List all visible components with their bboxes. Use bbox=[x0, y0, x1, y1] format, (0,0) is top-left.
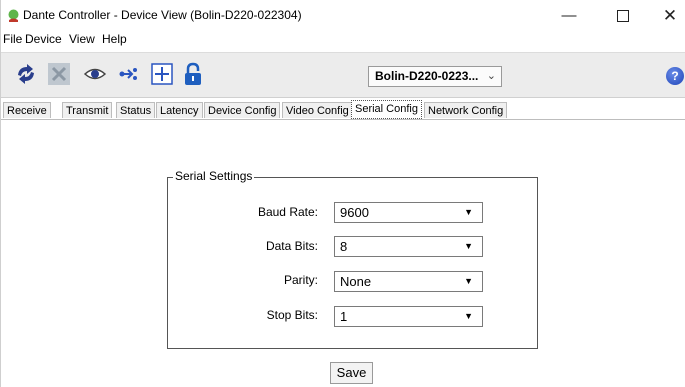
tab-receive[interactable]: Receive bbox=[3, 102, 51, 118]
lock-icon[interactable] bbox=[181, 62, 205, 86]
data-bits-select[interactable]: 8 ▼ bbox=[334, 236, 483, 257]
tab-serial-config[interactable]: Serial Config bbox=[351, 100, 422, 119]
dropdown-arrow-icon: ▼ bbox=[464, 311, 473, 321]
parity-label: Parity: bbox=[283, 273, 318, 287]
tab-bar: Receive Transmit Status Latency Device C… bbox=[1, 100, 685, 120]
tab-status[interactable]: Status bbox=[116, 102, 156, 118]
device-select[interactable]: Bolin-D220-0223... ⌄ bbox=[368, 66, 502, 87]
tab-network-config[interactable]: Network Config bbox=[424, 102, 508, 118]
stop-bits-value: 1 bbox=[340, 309, 348, 324]
window-title: Dante Controller - Device View (Bolin-D2… bbox=[23, 8, 302, 22]
menu-bar: File Device View Help bbox=[1, 30, 685, 50]
minimize-icon: — bbox=[561, 7, 577, 24]
parity-value: None bbox=[340, 274, 372, 289]
minimize-button[interactable]: — bbox=[546, 4, 592, 28]
network-icon[interactable] bbox=[117, 62, 141, 86]
chevron-down-icon: ⌄ bbox=[486, 70, 496, 82]
data-bits-value: 8 bbox=[340, 239, 348, 254]
dropdown-arrow-icon: ▼ bbox=[464, 207, 473, 217]
dropdown-arrow-icon: ▼ bbox=[464, 241, 473, 251]
add-icon[interactable] bbox=[150, 62, 174, 86]
parity-select[interactable]: None ▼ bbox=[334, 271, 483, 292]
dropdown-arrow-icon: ▼ bbox=[464, 276, 473, 286]
help-icon[interactable]: ? bbox=[666, 67, 684, 85]
menu-help[interactable]: Help bbox=[102, 32, 127, 46]
refresh-icon[interactable] bbox=[14, 62, 38, 86]
maximize-button[interactable] bbox=[600, 4, 646, 28]
dante-logo-icon bbox=[8, 9, 19, 22]
menu-file[interactable]: File bbox=[3, 32, 22, 46]
cross-icon[interactable] bbox=[47, 62, 71, 86]
app-window: Dante Controller - Device View (Bolin-D2… bbox=[0, 0, 685, 387]
toolbar: Bolin-D220-0223... ⌄ ? bbox=[1, 52, 685, 98]
tab-divider bbox=[1, 119, 685, 120]
tab-latency[interactable]: Latency bbox=[156, 102, 203, 118]
eye-icon[interactable] bbox=[83, 62, 107, 86]
device-select-value: Bolin-D220-0223... bbox=[375, 69, 479, 83]
maximize-icon bbox=[617, 10, 629, 23]
stop-bits-select[interactable]: 1 ▼ bbox=[334, 306, 483, 327]
baud-rate-select[interactable]: 9600 ▼ bbox=[334, 202, 483, 223]
tab-transmit[interactable]: Transmit bbox=[62, 102, 113, 118]
baud-rate-value: 9600 bbox=[340, 205, 369, 220]
menu-view[interactable]: View bbox=[69, 32, 95, 46]
menu-device[interactable]: Device bbox=[25, 32, 62, 46]
serial-settings-legend: Serial Settings bbox=[173, 169, 255, 183]
close-icon: ✕ bbox=[662, 6, 678, 25]
save-button[interactable]: Save bbox=[330, 362, 373, 384]
title-bar: Dante Controller - Device View (Bolin-D2… bbox=[1, 0, 685, 30]
stop-bits-label: Stop Bits: bbox=[266, 308, 318, 322]
tab-video-config[interactable]: Video Config bbox=[282, 102, 353, 118]
tab-device-config[interactable]: Device Config bbox=[204, 102, 281, 118]
baud-rate-label: Baud Rate: bbox=[257, 205, 318, 219]
data-bits-label: Data Bits: bbox=[265, 239, 318, 253]
close-button[interactable]: ✕ bbox=[647, 4, 685, 28]
